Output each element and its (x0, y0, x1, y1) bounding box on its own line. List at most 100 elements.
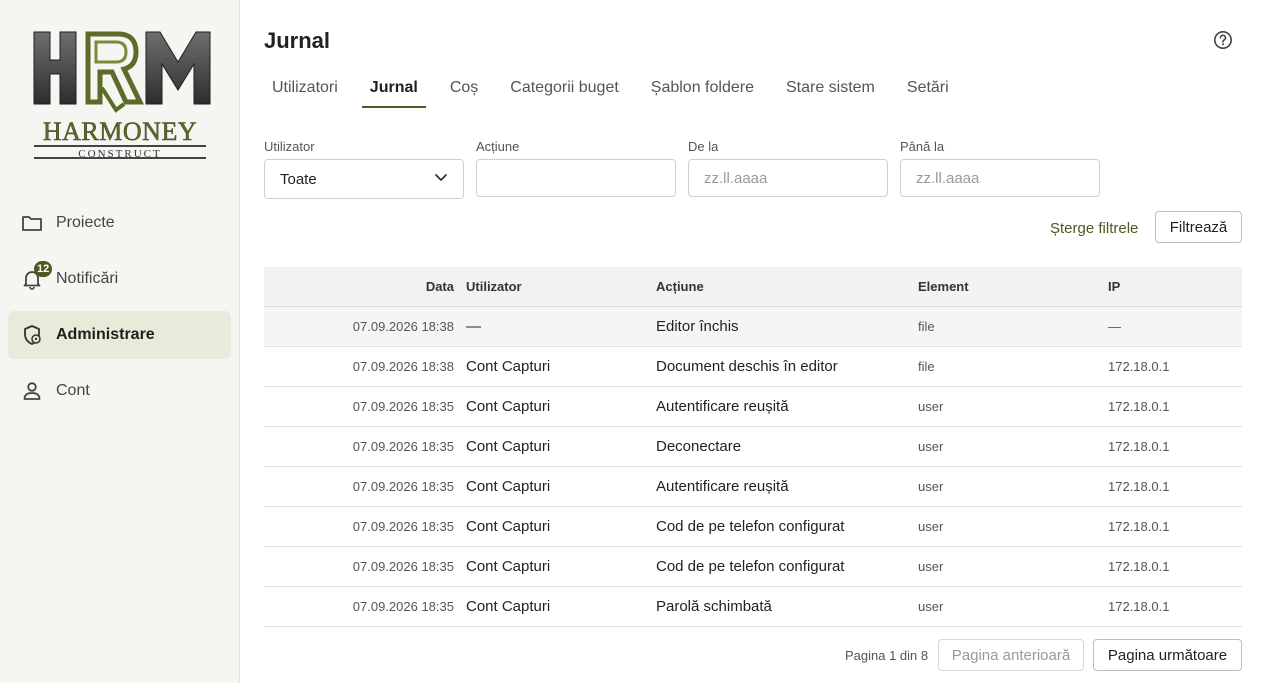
page-title: Jurnal (264, 28, 331, 53)
filter-action: Acțiune (476, 139, 676, 197)
cell-ip: 172.18.0.1 (1108, 599, 1170, 614)
cell-user: Cont Capturi (466, 398, 551, 415)
cell-action: Cod de pe telefon configurat (656, 518, 845, 535)
cell-date: 07.09.2026 18:35 (352, 399, 454, 414)
sidebar-item-administrare[interactable]: Administrare (8, 311, 231, 359)
harmoney-logo: HARMONEY CONSTRUCT (33, 31, 211, 160)
filter-action-label: Acțiune (476, 139, 520, 154)
table-row[interactable]: 07.09.2026 18:35 Cont Capturi Autentificar… (264, 387, 1242, 427)
tab-jurnal[interactable]: Jurnal (361, 76, 426, 108)
cell-user: Cont Capturi (466, 558, 551, 575)
table-row[interactable]: 07.09.2026 18:35 Cont Capturi Deconectare u… (264, 427, 1242, 467)
cell-ip: 172.18.0.1 (1108, 559, 1170, 574)
filter-to-label: Până la (900, 139, 945, 154)
cell-user: — (466, 318, 481, 335)
cell-user: Cont Capturi (466, 438, 551, 455)
cell-element: user (918, 559, 944, 574)
cell-action: Document deschis în editor (656, 358, 838, 375)
cell-element: user (918, 599, 944, 614)
sidebar-item-label: Administrare (56, 326, 155, 343)
cell-ip: 172.18.0.1 (1108, 399, 1170, 414)
cell-action: Editor închis (656, 318, 739, 335)
main-content: Jurnal Utilizatori Jurnal Coș Categorii … (264, 0, 1242, 683)
col-action[interactable]: Acțiune (656, 267, 906, 307)
sidebar: HARMONEY CONSTRUCT Proiecte 12 Notificăr… (0, 0, 240, 683)
sidebar-item-label: Proiecte (56, 214, 115, 231)
cell-user: Cont Capturi (466, 358, 551, 375)
filter-user-label: Utilizator (264, 139, 315, 154)
sidebar-item-label: Notificări (56, 270, 119, 287)
cell-date: 07.09.2026 18:38 (352, 319, 454, 334)
cell-ip: 172.18.0.1 (1108, 359, 1170, 374)
pagination-info: Pagina 1 din 8 (845, 648, 929, 663)
tab-categorii-buget[interactable]: Categorii buget (502, 76, 627, 108)
col-ip[interactable]: IP (1108, 267, 1238, 307)
cell-element: user (918, 399, 944, 414)
filter-to: Până la (900, 139, 1100, 197)
cell-ip: 172.18.0.1 (1108, 479, 1170, 494)
tab-utilizatori[interactable]: Utilizatori (264, 76, 346, 108)
cell-action: Parolă schimbată (656, 598, 772, 615)
prev-page-button[interactable]: Pagina anterioară (938, 639, 1084, 671)
tab-cos[interactable]: Coș (442, 76, 486, 108)
tab-setari[interactable]: Setări (899, 76, 957, 108)
brand-name: HARMONEY (43, 117, 197, 146)
cell-ip: 172.18.0.1 (1108, 439, 1170, 454)
cell-element: file (918, 359, 935, 374)
cell-element: file (918, 319, 935, 334)
notification-badge: 12 (34, 261, 53, 277)
filter-button[interactable]: Filtrează (1155, 211, 1242, 243)
admin-tabs: Utilizatori Jurnal Coș Categorii buget Ș… (264, 76, 973, 108)
table-row[interactable]: 07.09.2026 18:35 Cont Capturi Cod de pe te… (264, 507, 1242, 547)
cell-date: 07.09.2026 18:38 (352, 359, 454, 374)
cell-user: Cont Capturi (466, 478, 551, 495)
next-page-button[interactable]: Pagina următoare (1093, 639, 1242, 671)
cell-date: 07.09.2026 18:35 (352, 479, 454, 494)
cell-date: 07.09.2026 18:35 (352, 519, 454, 534)
clear-filters-link[interactable]: Șterge filtrele (1050, 220, 1138, 237)
cell-element: user (918, 479, 944, 494)
folder-icon (21, 212, 43, 234)
cell-action: Autentificare reușită (656, 478, 789, 495)
col-user[interactable]: Utilizator (466, 267, 646, 307)
date-from-input[interactable] (688, 159, 888, 197)
admin-shield-icon (21, 324, 43, 346)
cell-ip: — (1108, 319, 1121, 334)
cell-action: Autentificare reușită (656, 398, 789, 415)
table-body: 07.09.2026 18:38— Editor închis file —07.09… (264, 307, 1242, 627)
date-to-input[interactable] (900, 159, 1100, 197)
table-row[interactable]: 07.09.2026 18:38 Cont Capturi Document des… (264, 347, 1242, 387)
filter-user: Utilizator Toate (264, 139, 464, 199)
log-table: Data Utilizator Acțiune Element IP 07.09… (264, 267, 1242, 627)
filters-bar: Utilizator Toate Acțiune De la Până la (264, 139, 1242, 199)
user-select[interactable]: Toate (264, 159, 464, 199)
table-row[interactable]: 07.09.2026 18:35 Cont Capturi Cod de pe te… (264, 547, 1242, 587)
filter-from: De la (688, 139, 888, 197)
tab-stare-sistem[interactable]: Stare sistem (778, 76, 883, 108)
table-row[interactable]: 07.09.2026 18:35 Cont Capturi Autentificar… (264, 467, 1242, 507)
table-row[interactable]: 07.09.2026 18:35 Cont Capturi Parolă schim… (264, 587, 1242, 627)
help-icon[interactable] (1213, 30, 1233, 50)
cell-user: Cont Capturi (466, 518, 551, 535)
cell-date: 07.09.2026 18:35 (352, 559, 454, 574)
sidebar-item-notificari[interactable]: 12 Notificări (8, 255, 231, 303)
sidebar-item-cont[interactable]: Cont (8, 367, 231, 415)
sidebar-item-proiecte[interactable]: Proiecte (8, 199, 231, 247)
col-date[interactable]: Data (264, 267, 454, 307)
cell-user: Cont Capturi (466, 598, 551, 615)
sidebar-nav: Proiecte 12 Notificări Administrare Cont (8, 199, 231, 423)
action-input[interactable] (476, 159, 676, 197)
col-element[interactable]: Element (918, 267, 1098, 307)
chevron-down-icon (434, 170, 448, 188)
user-select-value: Toate (280, 170, 317, 188)
cell-element: user (918, 439, 944, 454)
cell-date: 07.09.2026 18:35 (352, 599, 454, 614)
tab-sablon-foldere[interactable]: Șablon foldere (643, 76, 762, 108)
cell-date: 07.09.2026 18:35 (352, 439, 454, 454)
cell-ip: 172.18.0.1 (1108, 519, 1170, 534)
user-icon (21, 380, 43, 402)
cell-element: user (918, 519, 944, 534)
cell-action: Deconectare (656, 438, 742, 455)
sidebar-item-label: Cont (56, 382, 90, 399)
table-row[interactable]: 07.09.2026 18:38 — Editor închis file — (264, 307, 1242, 347)
